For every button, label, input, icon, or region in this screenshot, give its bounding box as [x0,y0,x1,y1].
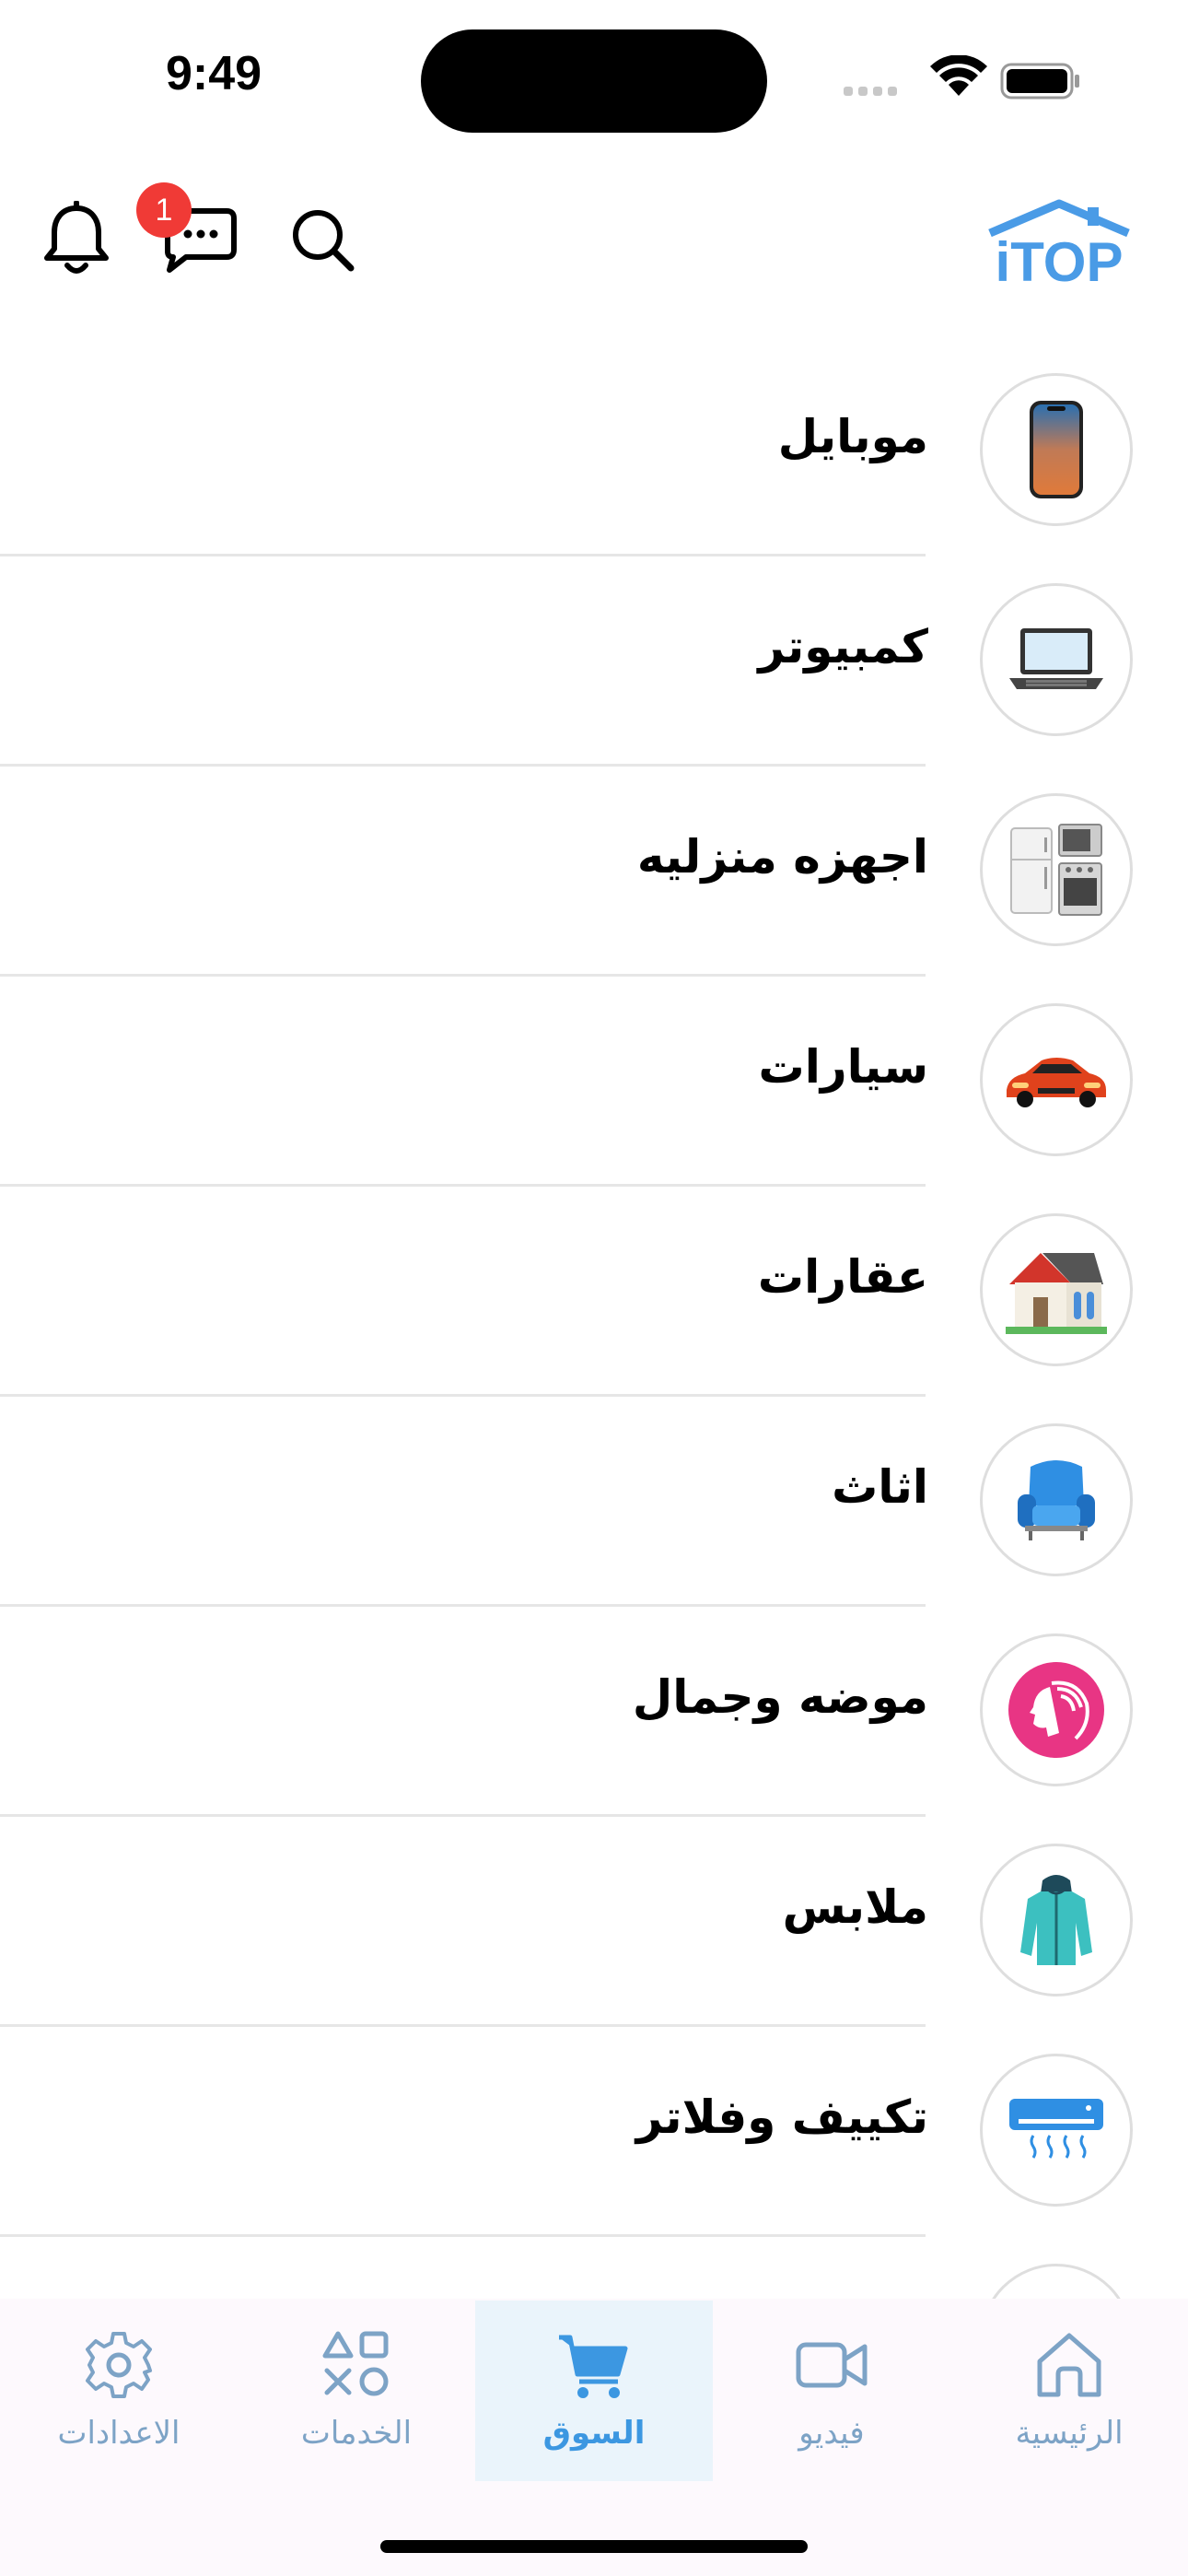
home-appliances-icon [980,793,1133,946]
dynamic-island [421,29,767,133]
air-conditioner-icon [980,2054,1133,2207]
laptop-icon [980,583,1133,736]
category-list[interactable]: موبايل كمبيوتر اجهزه منزليه سيارات عقارا… [0,345,1188,2299]
tab-label: فيديو [798,2415,865,2452]
tab-home[interactable]: الرئيسية [950,2301,1188,2481]
message-count-badge: 1 [136,182,192,238]
notifications-bell-icon[interactable] [35,199,118,282]
bottom-tab-bar: الرئيسية فيديو السوق الخدمات الاعدادات [0,2299,1188,2576]
category-label: كمبيوتر [758,620,928,673]
cart-icon [559,2335,628,2398]
category-row-clothes[interactable]: ملابس [0,1816,1188,2027]
mobile-phone-icon [980,373,1133,526]
category-row-air-conditioning[interactable]: تكييف وفلاتر [0,2026,1188,2237]
car-icon [980,1003,1133,1156]
search-icon[interactable] [282,199,365,282]
status-icons [844,55,1079,100]
category-row-real-estate[interactable]: عقارات [0,1186,1188,1397]
itop-logo[interactable]: iTOP [972,198,1147,290]
services-icon [322,2331,389,2396]
cellular-signal-icon [844,87,897,96]
tab-services[interactable]: الخدمات [238,2301,475,2481]
wifi-icon [930,55,987,96]
category-label: سيارات [758,1040,928,1094]
category-row-furniture[interactable]: اثاث [0,1396,1188,1607]
category-row-home-appliances[interactable]: اجهزه منزليه [0,766,1188,977]
category-label: اثاث [832,1460,928,1514]
category-label: موضه وجمال [632,1670,928,1724]
tab-label: الخدمات [300,2415,413,2452]
tab-label: السوق [542,2415,646,2452]
tab-video[interactable]: فيديو [713,2301,950,2481]
armchair-icon [980,1423,1133,1576]
category-label: موبايل [777,410,928,463]
tab-market[interactable]: السوق [475,2301,713,2481]
house-icon [980,1213,1133,1366]
tab-label: الاعدادات [57,2415,181,2452]
video-icon [796,2342,868,2388]
status-time: 9:49 [166,47,262,100]
home-indicator [380,2540,808,2553]
jacket-icon [980,1844,1133,1996]
category-row-partial[interactable] [0,2236,1188,2299]
beauty-icon [980,1633,1133,1786]
svg-text:iTOP: iTOP [996,231,1124,290]
tab-settings[interactable]: الاعدادات [0,2301,238,2481]
settings-icon [86,2332,152,2398]
category-row-fashion-beauty[interactable]: موضه وجمال [0,1606,1188,1817]
home-icon [1037,2333,1101,2397]
category-row-mobile[interactable]: موبايل [0,345,1188,556]
category-label: تكييف وفلاتر [635,2090,928,2144]
tab-label: الرئيسية [1015,2415,1124,2452]
category-row-cars[interactable]: سيارات [0,976,1188,1187]
status-bar: 9:49 [0,0,1188,157]
category-icon [980,2264,1133,2299]
category-row-computer[interactable]: كمبيوتر [0,556,1188,767]
battery-icon [1000,63,1079,100]
category-label: ملابس [782,1880,928,1934]
category-label: عقارات [757,1250,928,1304]
category-label: اجهزه منزليه [636,830,928,884]
